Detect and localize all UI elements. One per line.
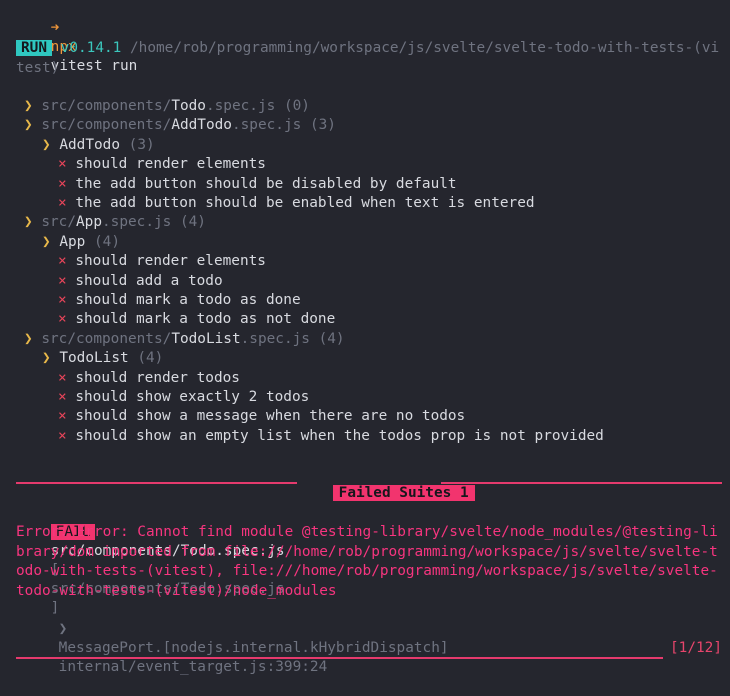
spec-file-row: ❯ src/components/TodoList.spec.js (4) [24,330,345,349]
spec-count: (4) [318,330,345,347]
spec-file-row: ❯ src/components/AddTodo.spec.js (3) [24,116,336,135]
test-case-row: × the add button should be enabled when … [58,194,535,213]
spec-count: (0) [283,98,310,114]
fail-cross-icon: × [58,369,67,386]
test-name: should render elements [75,156,266,173]
spec-dir: src/components/ [41,330,172,347]
suite-name: AddTodo [59,136,120,153]
test-name: should show exactly 2 todos [75,389,310,405]
spec-dir: src/components/ [41,117,172,134]
test-case-row: × should show exactly 2 todos [58,388,309,407]
stack-chevron-icon: ❯ [58,621,68,637]
fail-cross-icon: × [58,272,67,289]
test-case-row: × should render todos [58,369,240,388]
chevron-right-icon: ❯ [24,117,33,134]
fail-cross-icon: × [58,311,67,328]
spec-count: (3) [309,117,336,134]
failed-suites-badge: Failed Suites 1 [332,485,475,501]
spec-ext: .spec.js [102,214,172,231]
fail-cross-icon: × [58,195,67,211]
test-case-row: × the add button should be disabled by d… [58,175,457,194]
stack-function: MessagePort.[nodejs.internal.kHybridDisp… [58,640,449,656]
divider-right [441,482,722,484]
fail-cross-icon: × [58,389,67,405]
pager-divider [16,657,663,659]
error-message: Error: Error: Cannot find module @testin… [16,524,718,599]
fail-line: FAIL src/components/Todo.spec.js [ src/c… [16,504,285,616]
fail-cross-icon: × [58,408,67,425]
run-badge: RUN [16,40,52,56]
chevron-right-icon: ❯ [24,98,33,114]
project-path: /home/rob/programming/workspace/js/svelt… [16,40,720,76]
divider-left [16,482,297,484]
spec-ext: .spec.js [205,98,276,114]
test-case-row: × should mark a todo as not done [58,310,335,329]
terminal-window: ➜ npx vitest run RUN v0.14.1 /home/rob/p… [0,0,730,675]
suite-row: ❯ TodoList (4) [42,349,163,368]
test-name: should mark a todo as not done [75,311,336,328]
stack-trace-line: ❯ MessagePort.[nodejs.internal.kHybridDi… [24,601,449,675]
spec-file-name: Todo [171,98,206,114]
chevron-right-icon: ❯ [24,214,33,231]
chevron-right-icon: ❯ [24,330,33,347]
suite-count: (4) [94,233,121,250]
test-case-row: × should show a message when there are n… [58,407,465,426]
chevron-right-icon: ❯ [42,350,51,367]
test-name: the add button should be disabled by def… [75,175,457,192]
test-name: the add button should be enabled when te… [75,195,535,211]
suite-count: (3) [128,136,155,153]
suite-count: (4) [137,350,164,367]
vitest-version: v0.14.1 [60,40,122,56]
fail-cross-icon: × [58,175,67,192]
spec-dir: src/ [41,214,76,231]
test-case-row: × should show an empty list when the tod… [58,427,604,446]
spec-ext: .spec.js [231,117,302,134]
run-header: RUN v0.14.1 /home/rob/programming/worksp… [16,39,722,78]
fail-cross-icon: × [58,292,67,308]
test-name: should mark a todo as done [75,292,301,308]
spec-file-row: ❯ src/App.spec.js (4) [24,213,206,232]
suite-row: ❯ AddTodo (3) [42,136,155,155]
test-name: should add a todo [75,272,223,289]
test-name: should show a message when there are no … [75,408,466,425]
spec-file-name: App [76,214,102,231]
test-name: should render todos [75,369,240,386]
test-case-row: × should mark a todo as done [58,291,301,310]
spec-file-row: ❯ src/components/Todo.spec.js (0) [24,97,310,116]
stack-location: internal/event_target.js:399:24 [58,659,328,675]
spec-file-name: AddTodo [171,117,232,134]
fail-cross-icon: × [58,253,67,270]
spec-dir: src/components/ [41,98,172,114]
fail-cross-icon: × [58,427,67,444]
suite-name: TodoList [59,350,129,367]
spec-file-name: TodoList [171,330,241,347]
test-name: should render elements [75,253,266,270]
suite-name: App [59,233,86,250]
chevron-right-icon: ❯ [42,136,51,153]
fail-cross-icon: × [58,156,67,173]
spec-ext: .spec.js [240,330,310,347]
test-case-row: × should render elements [58,252,266,271]
test-name: should show an empty list when the todos… [75,427,604,444]
suite-row: ❯ App (4) [42,233,120,252]
spec-count: (4) [179,214,206,231]
prompt-line: ➜ npx vitest run [16,0,138,74]
test-case-row: × should render elements [58,155,266,174]
test-case-row: × should add a todo [58,272,223,291]
pager-counter: [1/12] [670,640,722,656]
prompt-arrow-icon: ➜ [50,20,60,36]
chevron-right-icon: ❯ [42,233,51,250]
